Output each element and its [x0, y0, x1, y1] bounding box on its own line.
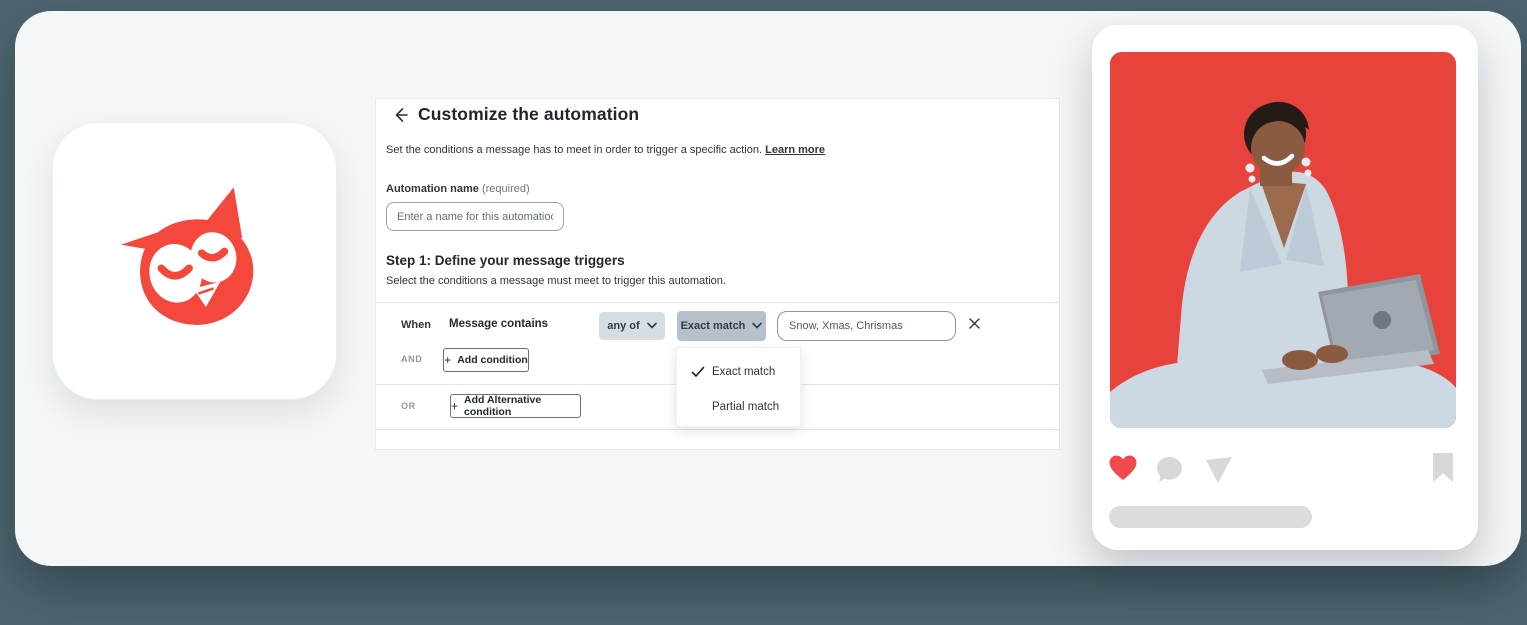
promo-stage: Customize the automation Set the conditi… [0, 0, 1527, 625]
add-alternative-condition-button[interactable]: + Add Alternative condition [450, 394, 581, 418]
and-label: AND [401, 354, 422, 364]
share-icon[interactable] [1205, 456, 1233, 484]
plus-icon: + [444, 353, 451, 367]
dropdown-item-exact-match[interactable]: Exact match [677, 355, 800, 389]
back-arrow-icon[interactable] [390, 105, 412, 127]
heart-icon[interactable] [1108, 454, 1138, 482]
automation-form-panel: Customize the automation Set the conditi… [375, 98, 1060, 450]
comment-icon[interactable] [1156, 456, 1183, 483]
step-heading: Step 1: Define your message triggers [386, 253, 625, 268]
bookmark-icon[interactable] [1432, 452, 1454, 483]
page-title: Customize the automation [418, 104, 639, 125]
row-divider [376, 429, 1059, 430]
quantifier-select[interactable]: any of [599, 312, 665, 340]
section-divider [376, 302, 1059, 303]
add-condition-button[interactable]: + Add condition [443, 348, 529, 372]
check-icon [691, 366, 705, 378]
remove-condition-icon[interactable] [968, 317, 984, 333]
condition-field-label: Message contains [449, 318, 548, 330]
step-subheading: Select the conditions a message must mee… [386, 275, 726, 287]
chevron-down-icon [647, 320, 657, 332]
dropdown-item-partial-match[interactable]: Partial match [677, 390, 800, 424]
hootsuite-owl-icon [110, 179, 280, 344]
plus-icon: + [451, 399, 458, 413]
or-label: OR [401, 401, 416, 411]
social-post-card [1092, 25, 1478, 550]
learn-more-link[interactable]: Learn more [765, 144, 825, 156]
caption-placeholder-bar [1109, 506, 1312, 528]
automation-name-input[interactable] [386, 202, 564, 231]
page-subtitle: Set the conditions a message has to meet… [386, 144, 825, 156]
keywords-input[interactable] [777, 311, 956, 341]
logo-card [52, 122, 337, 400]
match-type-select[interactable]: Exact match [677, 311, 766, 341]
match-type-dropdown: Exact match Partial match [676, 347, 801, 427]
post-photo [1110, 52, 1456, 428]
when-label: When [401, 319, 431, 331]
automation-name-label: Automation name (required) [386, 183, 530, 195]
chevron-down-icon [752, 320, 762, 332]
